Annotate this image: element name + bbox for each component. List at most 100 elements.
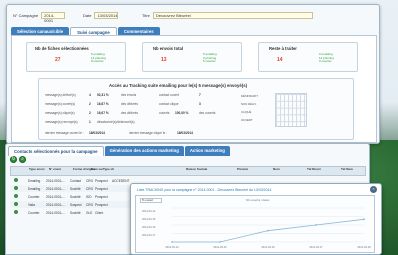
last-clicked-date: 18/03/2014 [177,131,193,135]
envois-breakdown: 5 emailing 3 phoning 5 courrier [203,52,217,64]
stat-count-delivres: 4 [89,93,91,97]
tracking-box: Accès au Tracking suite emailing pour le… [38,78,354,140]
grid-cells [275,93,307,127]
th-nom-sur: Nom sur [91,167,104,171]
th-raison-sociale: Raison Sociale [186,167,208,171]
last-clicked-label: dernier message cliqué le : [129,131,168,135]
tab-generation-actions[interactable]: Génération des actions marketing [104,146,184,156]
tracking-popup: Liste TRACKING pour la campagne n° 2014-… [130,183,382,255]
th-type-envoi: Type envoi [29,167,45,171]
chart-point [219,241,221,243]
campaign-title-field[interactable]: Découvrez Bleuréel [152,11,313,19]
refresh-icon[interactable]: ↻ [10,156,17,163]
stat-right-label-0: contact ouvert [159,93,180,97]
table-row[interactable]: Valla 2014-0001-... Suspect CRO Prospect [10,201,135,208]
reste-title: Reste à traiter [269,46,297,51]
tracking-title: Accès au Tracking suite emailing pour le… [109,83,248,88]
chart-point [267,229,269,232]
stat-pct-ouverts: 16,67 % [97,102,109,106]
chart-ytick-label: 2014-03-16 [142,225,156,229]
row-status-icon [14,202,18,206]
table-row[interactable]: Emailing 2014-0001-... Société CRO Prosp… [10,185,135,192]
reste-breakdown: 0 emailing 14 phoning 0 courrier [319,52,334,64]
table-row[interactable]: Courrier 2014-0001-... Société GLE Clien… [10,209,135,216]
row-status-icon [14,178,18,182]
row-status-icon [14,186,18,190]
contacts-toolbar: ↻ ⌕ [10,156,26,163]
chart-xtick-label: 2014-03-14 [165,245,179,249]
suivi-panel: Nb de fiches sélectionnées 27 5 emailing… [11,35,377,143]
th-num-envoi: N° envoi [49,167,62,171]
stat-right-count-0: 7 [199,93,201,97]
stat-pct-cliques: 16,67 % [97,111,109,115]
tracking-chart-box: % ouvert Nb ouvertis / dates 2014-03-14 2… [135,195,375,253]
stat-of-delivres: des envois [121,93,137,97]
chart-ytick-label: 2014-03-15 [142,217,156,221]
campaign-date-label: Date [83,12,92,18]
bottom-tabs: Contacts sélectionnés pour la campagne G… [8,146,230,156]
chart-xtick-label: 2014-03-16 [261,245,275,249]
close-icon[interactable]: × [370,186,377,193]
last-opened-label: dernier message ouvert le : [45,131,84,135]
fiches-count: 27 [55,57,61,63]
campaign-window: N° Campagne 2014-0001 Date 13/03/2014 Ti… [6,4,380,144]
stat-label-renvoyes: message(s) renvoyé(s) [45,120,78,124]
fiches-title: Nb de fiches sélectionnées [35,46,89,51]
stat-label-cliques: message(s) cliqué(s) [45,111,75,115]
stat-label-delivres: message(s) délivré(s) [45,93,76,97]
grid-label-clique: CLIQUÉ [241,110,252,114]
stat-of-renvoyes: désabonné(s)/désinscrit(s) [97,120,135,124]
stat-count-ouverts: 2 [89,102,91,106]
fiches-breakdown: 5 emailing 14 phoning 8 courrier [91,52,106,64]
chart-ytick-label: 2014-03-17 [142,233,156,237]
grid-label-ouvert: OUVERT [241,118,253,122]
grid-label-desinscrit: DÉSINSCRIT [241,94,258,98]
stat-right-count-2: 100,00 % [175,111,189,115]
stat-right-label-1: contact clique [159,102,179,106]
stat-count-cliques: 2 [89,111,91,115]
stat-pct-delivres: 92,31 % [97,93,109,97]
tracking-timeline-grid: DÉSINSCRIT NON DÉLIV. CLIQUÉ OUVERT [241,93,307,135]
tab-contacts-selectionnes[interactable]: Contacts sélectionnés pour la campagne [8,146,104,156]
envois-count: 13 [161,57,167,63]
row-status-icon [14,194,18,198]
campaign-number-label: N° Campagne [13,12,39,18]
chart-point [315,224,317,226]
grid-label-non-deliv: NON DÉLIV. [241,102,257,106]
search-icon[interactable]: ⌕ [19,156,26,163]
th-tel-stan: Tél Stan [341,167,353,171]
fiches-box: Nb de fiches sélectionnées 27 5 emailing… [26,42,126,72]
campaign-number-field[interactable]: 2014-0001 [41,11,66,23]
th-prenom: Prénom [237,167,249,171]
campaign-title-label: Titre [142,12,150,18]
stat-of-ouverts: des délivrés [121,102,139,106]
row-status-icon [14,210,18,214]
stat-right-label-2: ouverts [159,111,170,115]
campaign-date-row: Date 13/03/2014 [83,11,119,19]
stat-right-suffix-2: des ouverts [199,111,216,115]
chart-xtick-label: 2014-03-15 [213,245,227,249]
chart-point [363,218,365,221]
table-row[interactable]: Emailing 2014-0001-... Contact CRO Prosp… [10,177,135,184]
reste-box: Reste à traiter 14 0 emailing 14 phoning… [258,42,358,72]
th-type-cli: Type cli [103,167,114,171]
table-row[interactable]: Courrier 2014-0001-... Société ISO Prosp… [10,193,135,200]
chart-xtick-label: 2014-03-18 [357,245,371,249]
envois-title: Nb envois total [153,46,184,51]
chart-point [171,241,173,243]
stat-of-cliques: des délivrés [121,111,139,115]
popup-title: Liste TRACKING pour la campagne n° 2014-… [137,188,272,192]
tab-action-marketing[interactable]: Action marketing [184,146,230,156]
campaign-title-row: Titre Découvrez Bleuréel [142,11,313,19]
contacts-table-header: Type envoi N° envoi Forme d'origine Nom … [10,166,366,176]
th-tel-direct: Tél Direct [307,167,321,171]
campaign-date-field[interactable]: 13/03/2014 [94,11,119,19]
reste-count: 14 [277,57,283,63]
stat-label-ouverts: message(s) ouvert(s) [45,102,76,106]
envois-box: Nb envois total 13 5 emailing 3 phoning … [142,42,242,72]
stat-count-renvoyes: 1 [89,120,91,124]
stat-right-count-1: 3 [199,102,201,106]
th-nom: Nom [273,167,280,171]
chart-ytick-label: 2014-03-14 [142,209,156,213]
tracking-line-chart: 2014-03-14 2014-03-15 2014-03-16 2014-03-17… [142,207,371,249]
